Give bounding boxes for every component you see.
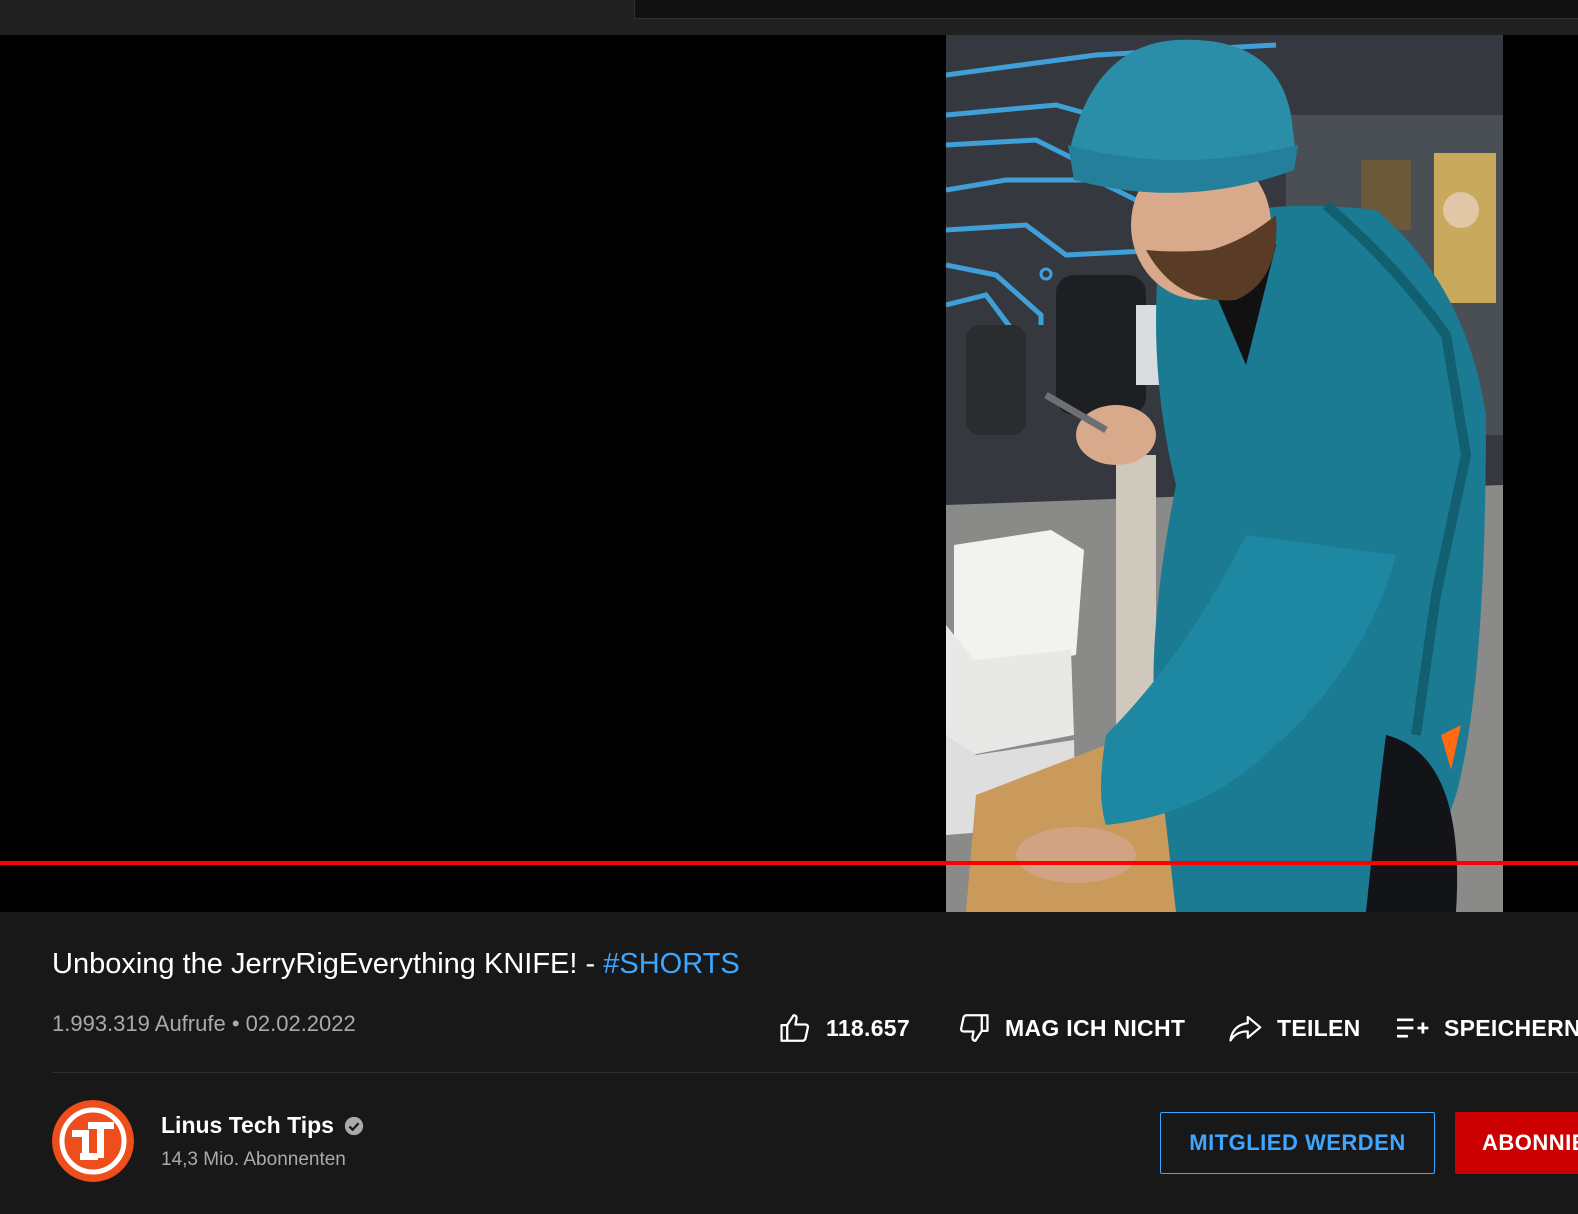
video-frame[interactable] bbox=[946, 35, 1503, 912]
video-meta: 1.993.319 Aufrufe • 02.02.2022 bbox=[52, 1011, 356, 1037]
divider bbox=[52, 1072, 1578, 1073]
thumbs-up-icon bbox=[780, 1014, 810, 1042]
masthead bbox=[0, 0, 1578, 35]
check-circle-icon bbox=[344, 1116, 364, 1135]
video-player[interactable] bbox=[0, 35, 1578, 912]
hashtag-link[interactable]: #SHORTS bbox=[603, 948, 739, 980]
channel-name-text: Linus Tech Tips bbox=[161, 1112, 334, 1138]
join-button[interactable]: MITGLIED WERDEN bbox=[1160, 1112, 1435, 1174]
playlist-add-icon bbox=[1397, 1018, 1429, 1038]
video-title: Unboxing the JerryRigEverything KNIFE! -… bbox=[52, 948, 740, 981]
video-title-text: Unboxing the JerryRigEverything KNIFE! - bbox=[52, 948, 604, 980]
share-arrow-icon bbox=[1229, 1015, 1262, 1042]
upload-date: 02.02.2022 bbox=[245, 1011, 356, 1036]
dislike-button[interactable]: MAG ICH NICHT bbox=[957, 1008, 1185, 1048]
save-label: SPEICHERN bbox=[1444, 1014, 1578, 1041]
thumbs-down-icon bbox=[959, 1014, 989, 1042]
share-label: TEILEN bbox=[1277, 1014, 1361, 1041]
save-button[interactable]: SPEICHERN bbox=[1394, 1008, 1578, 1048]
search-bar-area[interactable] bbox=[634, 0, 1578, 19]
view-count: 1.993.319 Aufrufe bbox=[52, 1011, 226, 1036]
channel-name[interactable]: Linus Tech Tips bbox=[161, 1112, 365, 1139]
dislike-label: MAG ICH NICHT bbox=[1005, 1014, 1186, 1041]
like-button[interactable]: 118.657 bbox=[778, 1008, 910, 1048]
video-thumbnail-image bbox=[946, 35, 1503, 912]
progress-bar[interactable] bbox=[0, 861, 1578, 865]
subscriber-count: 14,3 Mio. Abonnenten bbox=[161, 1149, 346, 1170]
channel-avatar[interactable] bbox=[52, 1100, 134, 1182]
ltt-logo-icon bbox=[52, 1100, 134, 1182]
like-count: 118.657 bbox=[826, 1014, 910, 1041]
share-button[interactable]: TEILEN bbox=[1227, 1008, 1361, 1048]
meta-separator: • bbox=[225, 1011, 246, 1036]
subscribe-button[interactable]: ABONNIEREN bbox=[1455, 1112, 1578, 1174]
